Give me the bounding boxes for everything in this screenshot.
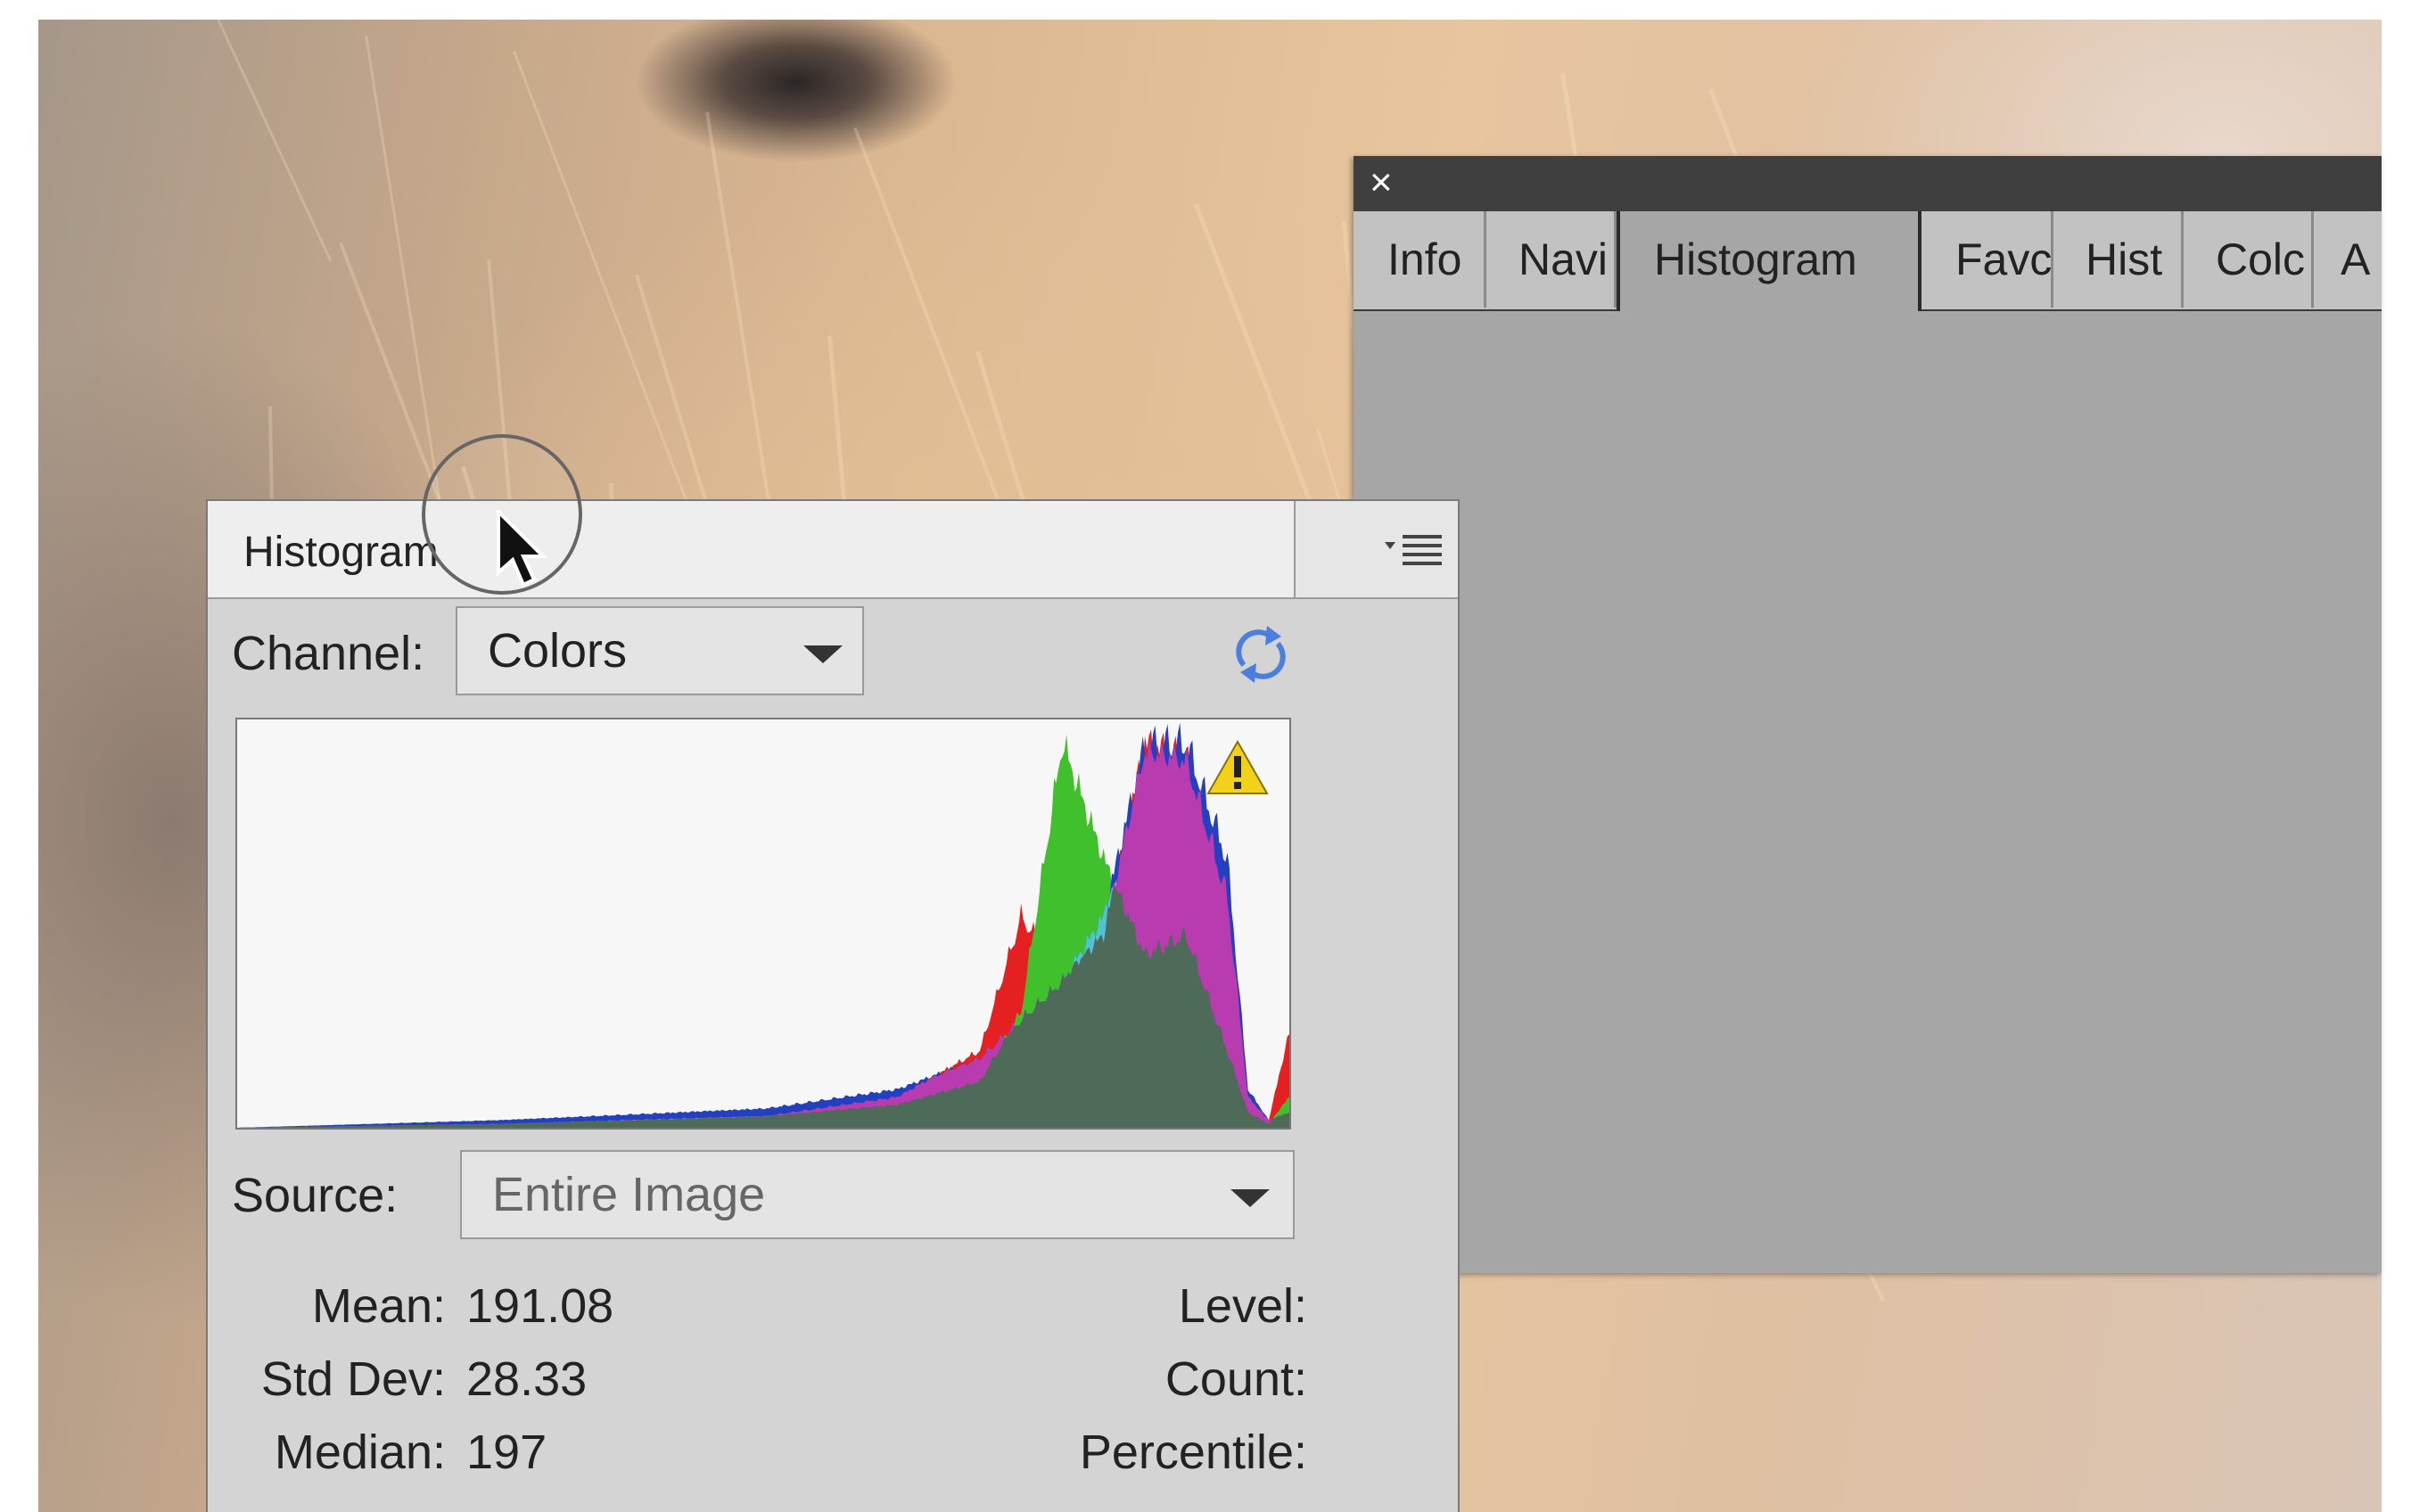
histogram-chart [237,722,1289,1128]
tab-info[interactable]: Info [1354,211,1486,308]
histogram-graph [235,718,1291,1130]
refresh-icon[interactable] [1231,620,1290,688]
level-label: Level: [1178,1279,1307,1333]
tab-favorites[interactable]: Favc [1921,211,2053,308]
tab-navigator[interactable]: Navi [1486,211,1617,308]
histogram-panel: Histogram Channel: Colors Source: Entire… [206,499,1460,1512]
tab-color-swatches[interactable]: Colc [2184,211,2314,308]
panel-dock-titlebar[interactable]: × [1354,156,2382,211]
warning-icon[interactable] [1206,740,1269,795]
percentile-label: Percentile: [1079,1426,1307,1479]
channel-dropdown-value: Colors [488,624,628,678]
mean-label: Mean: [311,1279,446,1333]
median-value: 197 [466,1426,547,1479]
histogram-tab-label: Histogram [243,529,439,576]
tab-histogram[interactable]: Histogram [1617,211,1921,311]
std-dev-label: Std Dev: [260,1352,446,1406]
source-label: Source: [232,1169,399,1222]
panel-group-dock: × Info Navi Histogram Favc Hist Colc A [1354,156,2382,1273]
median-label: Median: [274,1426,446,1479]
photo-hair-streak [705,111,781,563]
photo-hair-streak [853,127,1006,517]
tab-actions[interactable]: A [2314,211,2382,308]
mean-value: 191.08 [466,1279,614,1333]
panel-menu-icon[interactable] [1383,530,1445,565]
histogram-panel-tabbar[interactable]: Histogram [208,501,1458,599]
close-icon[interactable]: × [1370,163,1393,202]
source-dropdown-value: Entire Image [492,1168,766,1221]
channel-dropdown[interactable]: Colors [456,606,864,695]
mouse-pointer-icon [497,510,547,588]
std-dev-value: 28.33 [466,1352,588,1406]
panel-dock-tabs: Info Navi Histogram Favc Hist Colc A [1354,211,2382,311]
chevron-down-icon [1230,1189,1270,1207]
source-dropdown[interactable]: Entire Image [460,1150,1295,1239]
count-label: Count: [1164,1352,1307,1406]
channel-label: Channel: [232,627,425,680]
chevron-down-icon [803,645,843,663]
histogram-tab[interactable]: Histogram [208,501,1296,597]
tab-history[interactable]: Hist [2053,211,2184,308]
histogram-area-gray [237,887,1289,1128]
photo-hair-streak [217,20,333,262]
